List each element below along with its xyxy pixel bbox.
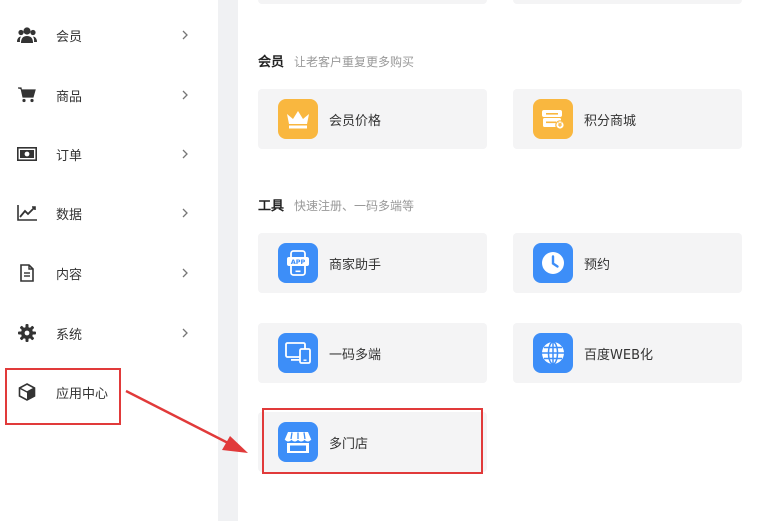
chevron-right-icon [178, 28, 192, 42]
sidebar-item-label: 会员 [56, 29, 83, 45]
chevron-right-icon [178, 266, 192, 280]
app-card-merchant-assistant[interactable]: APP 商家助手 [258, 233, 487, 293]
sidebar-item-label: 系统 [56, 327, 83, 343]
sidebar-item-members[interactable]: 会员 [0, 15, 218, 55]
money-icon [17, 144, 37, 164]
sidebar-item-orders[interactable]: 订单 [0, 134, 218, 174]
section-subtitle: 让老客户重复更多购买 [294, 55, 415, 69]
app-card-baidu-web[interactable]: 百度WEB化 [513, 323, 742, 383]
app-card-points-mall[interactable]: ¥ 积分商城 [513, 89, 742, 149]
section-header-tools: 工具 快速注册、一码多端等 [258, 195, 414, 214]
sidebar-item-system[interactable]: 系统 [0, 313, 218, 353]
sidebar-item-content[interactable]: 内容 [0, 253, 218, 293]
globe-icon [533, 333, 573, 373]
sidebar-item-data[interactable]: 数据 [0, 193, 218, 233]
app-phone-icon: APP [278, 243, 318, 283]
app-card-label: 积分商城 [584, 113, 637, 129]
sidebar-item-label: 内容 [56, 267, 83, 283]
card-partial [513, 0, 742, 4]
cart-icon [17, 85, 37, 105]
section-title: 工具 [258, 199, 285, 214]
points-mall-icon: ¥ [533, 99, 573, 139]
section-header-member: 会员 让老客户重复更多购买 [258, 51, 414, 70]
section-subtitle: 快速注册、一码多端等 [294, 199, 415, 213]
sidebar: 会员 商品 订单 数据 内容 系统 应用中心 [0, 0, 218, 521]
multi-device-icon [278, 333, 318, 373]
crown-icon [278, 99, 318, 139]
chevron-right-icon [178, 147, 192, 161]
gear-icon [17, 323, 37, 343]
section-title: 会员 [258, 55, 285, 70]
app-card-label: 百度WEB化 [584, 347, 653, 363]
chart-line-icon [17, 203, 37, 223]
app-card-label: 商家助手 [329, 257, 382, 273]
multi-store-highlight-box [262, 408, 483, 474]
app-card-appointment[interactable]: 预约 [513, 233, 742, 293]
app-card-label: 一码多端 [329, 347, 382, 363]
chevron-right-icon [178, 206, 192, 220]
app-card-label: 预约 [584, 257, 611, 273]
app-card-member-price[interactable]: 会员价格 [258, 89, 487, 149]
sidebar-item-label: 订单 [56, 148, 83, 164]
app-card-label: 会员价格 [329, 113, 382, 129]
document-icon [17, 263, 37, 283]
sidebar-item-products[interactable]: 商品 [0, 75, 218, 115]
svg-text:APP: APP [291, 258, 306, 266]
app-card-multi-device[interactable]: 一码多端 [258, 323, 487, 383]
users-icon [17, 25, 37, 45]
app-center-highlight-box [5, 368, 121, 425]
sidebar-item-label: 数据 [56, 207, 83, 223]
chevron-right-icon [178, 326, 192, 340]
clock-icon [533, 243, 573, 283]
sidebar-item-label: 商品 [56, 89, 83, 105]
chevron-right-icon [178, 88, 192, 102]
card-partial [258, 0, 487, 4]
